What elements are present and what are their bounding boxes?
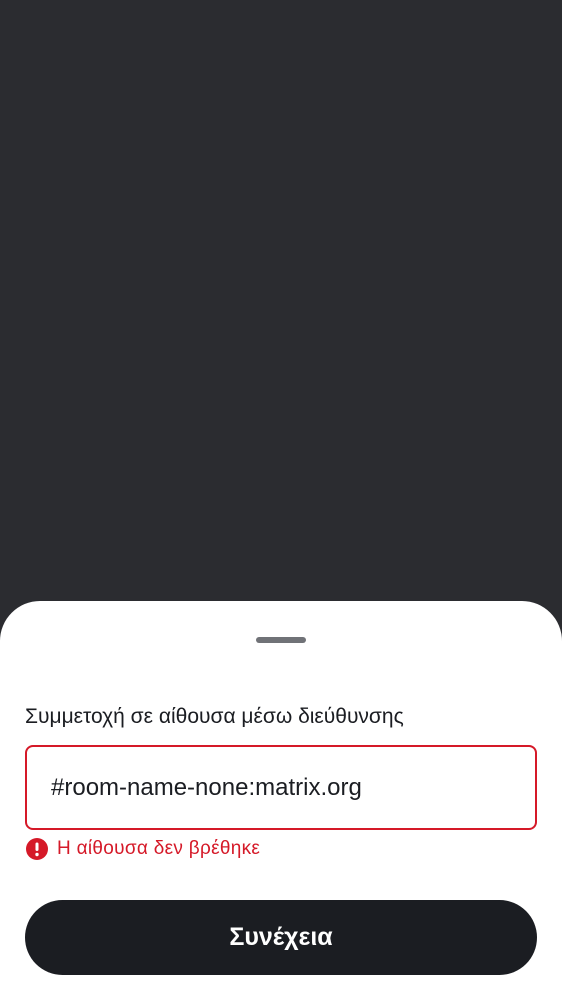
- modal-scrim[interactable]: [0, 0, 562, 602]
- room-address-input[interactable]: #room-name-none:matrix.org: [25, 745, 537, 830]
- field-label: Συμμετοχή σε αίθουσα μέσω διεύθυνσης: [25, 705, 404, 728]
- error-message-row: Η αίθουσα δεν βρέθηκε: [25, 837, 260, 861]
- room-address-value[interactable]: #room-name-none:matrix.org: [51, 774, 362, 802]
- error-icon: [26, 838, 48, 860]
- error-message: Η αίθουσα δεν βρέθηκε: [57, 838, 261, 859]
- bottom-sheet: Συμμετοχή σε αίθουσα μέσω διεύθυνσης #ro…: [0, 601, 562, 1000]
- continue-button[interactable]: Συνέχεια: [25, 900, 537, 975]
- drag-handle[interactable]: [256, 637, 306, 643]
